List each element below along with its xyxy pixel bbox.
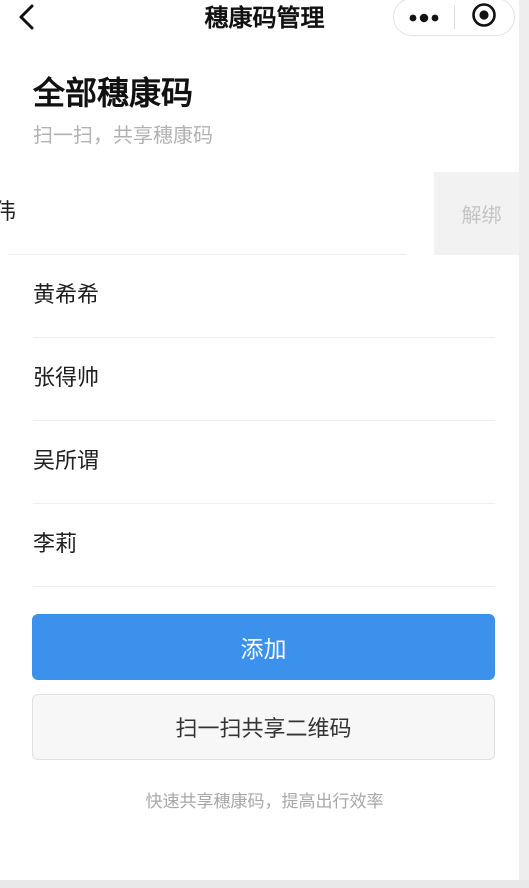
more-dots-icon bbox=[409, 8, 439, 27]
bottom-strip bbox=[0, 880, 529, 888]
unbind-button[interactable]: 解绑 bbox=[434, 172, 529, 255]
page-title: 全部穗康码 bbox=[33, 74, 194, 112]
list-item-name: 李莉 bbox=[33, 532, 78, 557]
list-item[interactable]: 李莉 bbox=[33, 504, 495, 587]
screen: 穗康码管理 全部穗康码 扫一扫，共享穗康码 伟 解绑 黄希希 张得帅 吴所谓 李… bbox=[0, 0, 529, 888]
scan-share-qr-button[interactable]: 扫一扫共享二维码 bbox=[32, 694, 495, 760]
mini-program-capsule bbox=[393, 0, 515, 36]
list-item[interactable]: 吴所谓 bbox=[33, 421, 495, 504]
footer-tip: 快速共享穗康码，提高出行效率 bbox=[145, 792, 384, 812]
list-item[interactable]: 张得帅 bbox=[33, 338, 495, 421]
list-item-swiped[interactable]: 伟 解绑 bbox=[0, 172, 529, 255]
member-list: 伟 解绑 黄希希 张得帅 吴所谓 李莉 bbox=[0, 172, 529, 587]
list-item[interactable]: 黄希希 bbox=[33, 255, 495, 338]
list-item-name: 张得帅 bbox=[33, 366, 100, 391]
list-item-name: 伟 bbox=[0, 200, 16, 225]
navigation-bar: 穗康码管理 bbox=[0, 0, 529, 40]
more-button[interactable] bbox=[394, 0, 454, 35]
page-subtitle: 扫一扫，共享穗康码 bbox=[33, 123, 213, 147]
swiped-name-clip: 伟 bbox=[0, 172, 30, 255]
target-close-icon bbox=[471, 2, 497, 32]
close-mini-program-button[interactable] bbox=[455, 0, 515, 35]
list-item-name: 吴所谓 bbox=[33, 449, 100, 474]
add-button[interactable]: 添加 bbox=[32, 614, 495, 680]
edge-strip bbox=[519, 0, 529, 888]
list-item-name: 黄希希 bbox=[33, 283, 100, 308]
